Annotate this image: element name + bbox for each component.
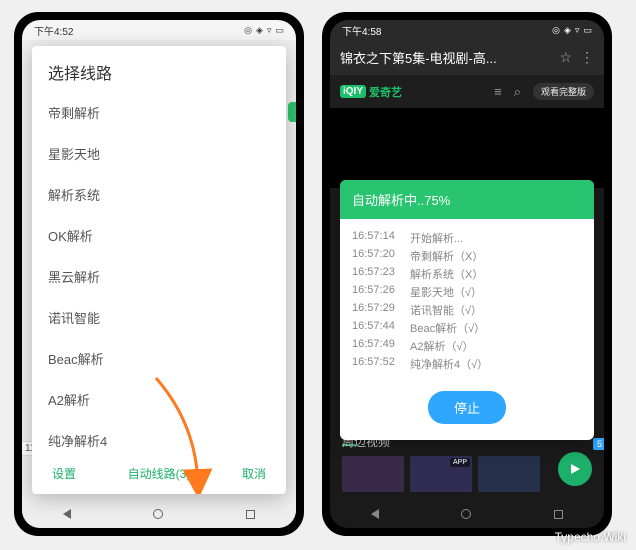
recents-icon[interactable] — [246, 510, 255, 519]
route-item[interactable]: 解析系统 — [32, 174, 286, 215]
status-bar: 下午4:58 ◎ ◈ ▿ ▭ — [330, 20, 604, 40]
video-player[interactable] — [330, 108, 604, 188]
log-row: 16:57:44Beac解析（√） — [352, 319, 582, 337]
signal-icon: ▿ — [267, 25, 272, 36]
cancel-button[interactable]: 取消 — [236, 461, 272, 486]
search-icon[interactable]: ⌕ — [514, 84, 521, 100]
signal-icon: ▿ — [575, 25, 580, 36]
back-icon[interactable] — [63, 509, 71, 519]
route-item[interactable]: 黑云解析 — [32, 256, 286, 297]
home-icon[interactable] — [153, 509, 163, 519]
watermark: Typecho.Wiki — [555, 530, 626, 544]
status-time: 下午4:58 — [342, 23, 381, 38]
log-row: 16:57:26星影天地（√） — [352, 283, 582, 301]
dialog-title: 选择线路 — [32, 46, 286, 92]
wifi-icon: ◈ — [564, 25, 571, 36]
route-list[interactable]: 帝剩解析 星影天地 解析系统 OK解析 黑云解析 诺讯智能 Beac解析 A2解… — [32, 92, 286, 455]
parse-log-list: 16:57:14开始解析... 16:57:20帝剩解析（X） 16:57:23… — [340, 219, 594, 379]
dialog-footer: 设置 自动线路(3) 取消 — [32, 455, 286, 494]
logo-badge: iQIY — [340, 85, 366, 98]
log-row: 16:57:52纯净解析4（√） — [352, 355, 582, 373]
recents-icon[interactable] — [554, 510, 563, 519]
full-version-button[interactable]: 观看完整版 — [533, 83, 594, 100]
app-header: 锦衣之下第5集-电视剧-高... ☆ ⋮ — [330, 40, 604, 75]
camera-icon: ◎ — [552, 25, 560, 36]
page-title: 锦衣之下第5集-电视剧-高... — [340, 48, 551, 67]
route-item[interactable]: 星影天地 — [32, 133, 286, 174]
logo-text: 爱奇艺 — [369, 84, 402, 100]
log-row: 16:57:29诺讯智能（√） — [352, 301, 582, 319]
video-thumbnail[interactable] — [478, 456, 540, 492]
back-icon[interactable] — [371, 509, 379, 519]
camera-icon: ◎ — [244, 25, 252, 36]
app-toolbar: iQIY 爱奇艺 ≡ ⌕ 观看完整版 — [330, 75, 604, 108]
android-nav-bar — [22, 500, 296, 528]
stop-button[interactable]: 停止 — [428, 391, 506, 424]
log-row: 16:57:20帝剩解析（X） — [352, 247, 582, 265]
route-item[interactable]: 纯净解析4 — [32, 420, 286, 455]
menu-icon[interactable]: ≡ — [494, 84, 502, 99]
log-row: 16:57:49A2解析（√） — [352, 337, 582, 355]
route-item[interactable]: OK解析 — [32, 215, 286, 256]
iqiyi-logo: iQIY 爱奇艺 — [340, 84, 402, 100]
status-icons: ◎ ◈ ▿ ▭ — [552, 25, 592, 36]
android-nav-bar — [330, 500, 604, 528]
battery-icon: ▭ — [583, 25, 592, 36]
settings-button[interactable]: 设置 — [46, 461, 82, 486]
play-icon — [569, 463, 581, 475]
home-icon[interactable] — [461, 509, 471, 519]
stop-button-wrap: 停止 — [340, 379, 594, 440]
play-fab[interactable] — [558, 452, 592, 486]
status-icons: ◎ ◈ ▿ ▭ — [244, 25, 284, 36]
screen-right: 下午4:58 ◎ ◈ ▿ ▭ 锦衣之下第5集-电视剧-高... ☆ ⋮ iQIY… — [330, 20, 604, 528]
phone-frame-right: 下午4:58 ◎ ◈ ▿ ▭ 锦衣之下第5集-电视剧-高... ☆ ⋮ iQIY… — [322, 12, 612, 536]
screen-left: 下午4:52 ◎ ◈ ▿ ▭ 11 选择线路 帝剩解析 星影天地 解析系统 OK… — [22, 20, 296, 528]
log-row: 16:57:23解析系统（X） — [352, 265, 582, 283]
route-item[interactable]: 帝剩解析 — [32, 92, 286, 133]
route-item[interactable]: A2解析 — [32, 379, 286, 420]
thumb-badge: APP — [450, 458, 470, 467]
status-time: 下午4:52 — [34, 23, 73, 38]
route-item[interactable]: 诺讯智能 — [32, 297, 286, 338]
scroll-indicator — [288, 102, 296, 122]
video-thumbnail[interactable]: APP — [410, 456, 472, 492]
video-thumbnail[interactable] — [342, 456, 404, 492]
route-item[interactable]: Beac解析 — [32, 338, 286, 379]
route-dialog: 选择线路 帝剩解析 星影天地 解析系统 OK解析 黑云解析 诺讯智能 Beac解… — [32, 46, 286, 494]
status-bar: 下午4:52 ◎ ◈ ▿ ▭ — [22, 20, 296, 40]
toolbar-icons: ≡ ⌕ 观看完整版 — [494, 83, 594, 100]
progress-title: 自动解析中..75% — [340, 180, 594, 219]
auto-route-button[interactable]: 自动线路(3) — [122, 461, 197, 486]
phone-frame-left: 下午4:52 ◎ ◈ ▿ ▭ 11 选择线路 帝剩解析 星影天地 解析系统 OK… — [14, 12, 304, 536]
star-icon[interactable]: ☆ — [559, 49, 572, 66]
more-icon[interactable]: ⋮ — [580, 49, 594, 66]
parse-progress-card: 自动解析中..75% 16:57:14开始解析... 16:57:20帝剩解析（… — [340, 180, 594, 440]
log-row: 16:57:14开始解析... — [352, 229, 582, 247]
wifi-icon: ◈ — [256, 25, 263, 36]
battery-icon: ▭ — [275, 25, 284, 36]
